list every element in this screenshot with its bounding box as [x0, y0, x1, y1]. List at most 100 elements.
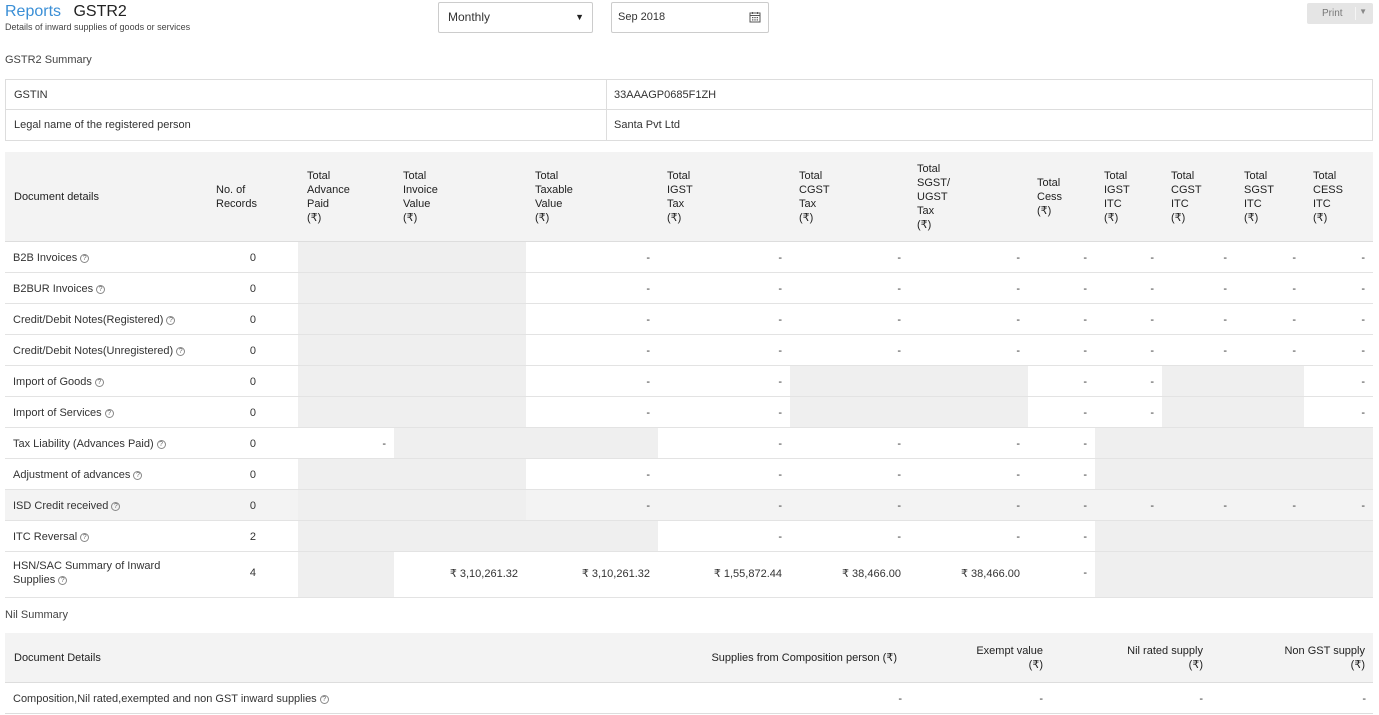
column-header: Total Cess (₹) — [1037, 176, 1062, 218]
cell-value: - — [1083, 567, 1087, 579]
help-circle-icon[interactable]: ? — [156, 440, 166, 449]
legal-name-value: Santa Pvt Ltd — [614, 119, 681, 131]
help-circle-icon[interactable]: ? — [94, 378, 104, 387]
cell-value: - — [1083, 438, 1087, 450]
legal-name-row: Legal name of the registered person Sant… — [6, 110, 1372, 140]
column-header-line: Tax — [917, 205, 935, 217]
row-label: B2BUR Invoices? — [13, 283, 106, 295]
nil-composition-value: - — [898, 693, 902, 705]
cell-value: - — [1016, 438, 1020, 450]
records-count: 0 — [249, 500, 256, 512]
cell-value: - — [897, 252, 901, 264]
gstin-value: 33AAAGP0685F1ZH — [614, 89, 717, 101]
cell-value: - — [1361, 283, 1365, 295]
cell-value: - — [646, 376, 650, 388]
help-circle-icon[interactable]: ? — [111, 502, 121, 511]
help-circle-icon[interactable]: ? — [166, 316, 176, 325]
gstr2-summary-table: Document details No. of Records Total Advanc… — [5, 152, 1373, 598]
help-circle-icon[interactable]: ? — [133, 471, 143, 480]
records-count: 0 — [249, 438, 256, 450]
cell-value: - — [778, 252, 782, 264]
disabled-cell — [298, 552, 394, 597]
disabled-cell — [298, 459, 526, 489]
column-header: Total CGST ITC (₹) — [1171, 169, 1202, 225]
help-circle-icon[interactable]: ? — [58, 576, 68, 585]
records-count: 0 — [249, 345, 256, 357]
cell-value: - — [1292, 283, 1296, 295]
nil-summary-row: Composition,Nil rated,exempted and non G… — [5, 683, 1373, 714]
cell-value: ₹ 1,55,872.44 — [713, 568, 782, 580]
column-header-line: Tax — [667, 198, 685, 210]
cell-value: - — [1016, 500, 1020, 512]
help-circle-icon[interactable]: ? — [80, 254, 90, 263]
column-header-line: IGST — [1104, 184, 1130, 196]
page-header: Reports GSTR2 Details of inward supplies… — [5, 4, 191, 33]
column-header-line: ITC — [1104, 198, 1122, 210]
column-header-line: Records — [216, 198, 257, 210]
period-date-picker[interactable]: Sep 2018 — [611, 2, 769, 33]
help-circle-icon[interactable]: ? — [96, 285, 106, 294]
page-subtitle: Details of inward supplies of goods or s… — [5, 22, 191, 32]
column-header-line: SGST — [1244, 184, 1274, 196]
row-label: HSN/SAC Summary of Inward Supplies? — [13, 560, 161, 586]
column-header: No. of Records — [216, 183, 257, 211]
breadcrumb-reports-link[interactable]: Reports — [5, 3, 61, 20]
column-header-line: IGST — [667, 184, 693, 196]
cell-value: - — [1361, 345, 1365, 357]
cell-value: - — [778, 345, 782, 357]
cell-value: - — [646, 500, 650, 512]
cell-value: - — [1150, 345, 1154, 357]
cell-value: - — [897, 314, 901, 326]
nil-summary-header: Document Details Supplies from Compositi… — [5, 633, 1373, 683]
table-row: Adjustment of advances? 0 - - - - - — [5, 459, 1373, 490]
nil-summary-heading: Nil Summary — [5, 609, 68, 621]
registration-info-table: GSTIN 33AAAGP0685F1ZH Legal name of the … — [5, 79, 1373, 141]
cell-value: - — [1016, 345, 1020, 357]
column-header-line: Value — [403, 198, 431, 210]
period-type-select[interactable]: Monthly ▼ — [438, 2, 593, 33]
cell-value: - — [1223, 252, 1227, 264]
row-label: Tax Liability (Advances Paid)? — [13, 438, 166, 450]
column-header-line: Taxable — [535, 184, 573, 196]
cell-value: - — [897, 438, 901, 450]
table-row: Import of Goods? 0 - - - - - — [5, 366, 1373, 397]
column-header-line: ITC — [1244, 198, 1262, 210]
disabled-cell — [298, 242, 526, 272]
cell-value: - — [778, 376, 782, 388]
cell-value: - — [1292, 500, 1296, 512]
breadcrumb: Reports GSTR2 — [5, 4, 190, 20]
column-header-line: CESS — [1313, 184, 1343, 196]
records-count: 0 — [249, 252, 256, 264]
column-header-line: Cess — [1037, 191, 1063, 203]
cell-value: - — [897, 283, 901, 295]
column-header: Document details — [14, 190, 99, 204]
help-circle-icon[interactable]: ? — [80, 533, 90, 542]
cell-value: - — [1361, 376, 1365, 388]
table-row: Import of Services? 0 - - - - - — [5, 397, 1373, 428]
help-circle-icon[interactable]: ? — [104, 409, 114, 418]
cell-value: - — [1150, 500, 1154, 512]
column-header-line: SGST/ — [917, 177, 951, 189]
nil-nilrated-value: - — [1199, 693, 1203, 705]
col-non-gst: Non GST supply (₹) — [1284, 645, 1365, 671]
column-header: Total Advance Paid (₹) — [307, 169, 350, 225]
calendar-icon[interactable] — [749, 11, 761, 23]
cell-value: - — [1083, 500, 1087, 512]
column-header: Total Taxable Value (₹) — [535, 169, 573, 225]
print-button[interactable]: Print ▼ — [1307, 3, 1373, 24]
print-dropdown-caret-icon[interactable]: ▼ — [1359, 7, 1367, 16]
help-circle-icon[interactable]: ? — [176, 347, 186, 356]
table-row: ISD Credit received? 0 - - - - - - - - - — [5, 490, 1373, 521]
column-header-line: Tax — [799, 198, 817, 210]
disabled-cell — [1162, 397, 1304, 427]
column-header-line: (₹) — [307, 212, 322, 224]
column-header-line: (₹) — [1171, 212, 1186, 224]
disabled-cell — [298, 366, 526, 396]
table-row: B2B Invoices? 0 - - - - - - - - - — [5, 242, 1373, 273]
cell-value: - — [1223, 345, 1227, 357]
column-header-line: (₹) — [667, 212, 682, 224]
cell-value: - — [1150, 407, 1154, 419]
cell-value: - — [1223, 314, 1227, 326]
records-count: 0 — [249, 407, 256, 419]
help-circle-icon[interactable]: ? — [319, 695, 329, 704]
